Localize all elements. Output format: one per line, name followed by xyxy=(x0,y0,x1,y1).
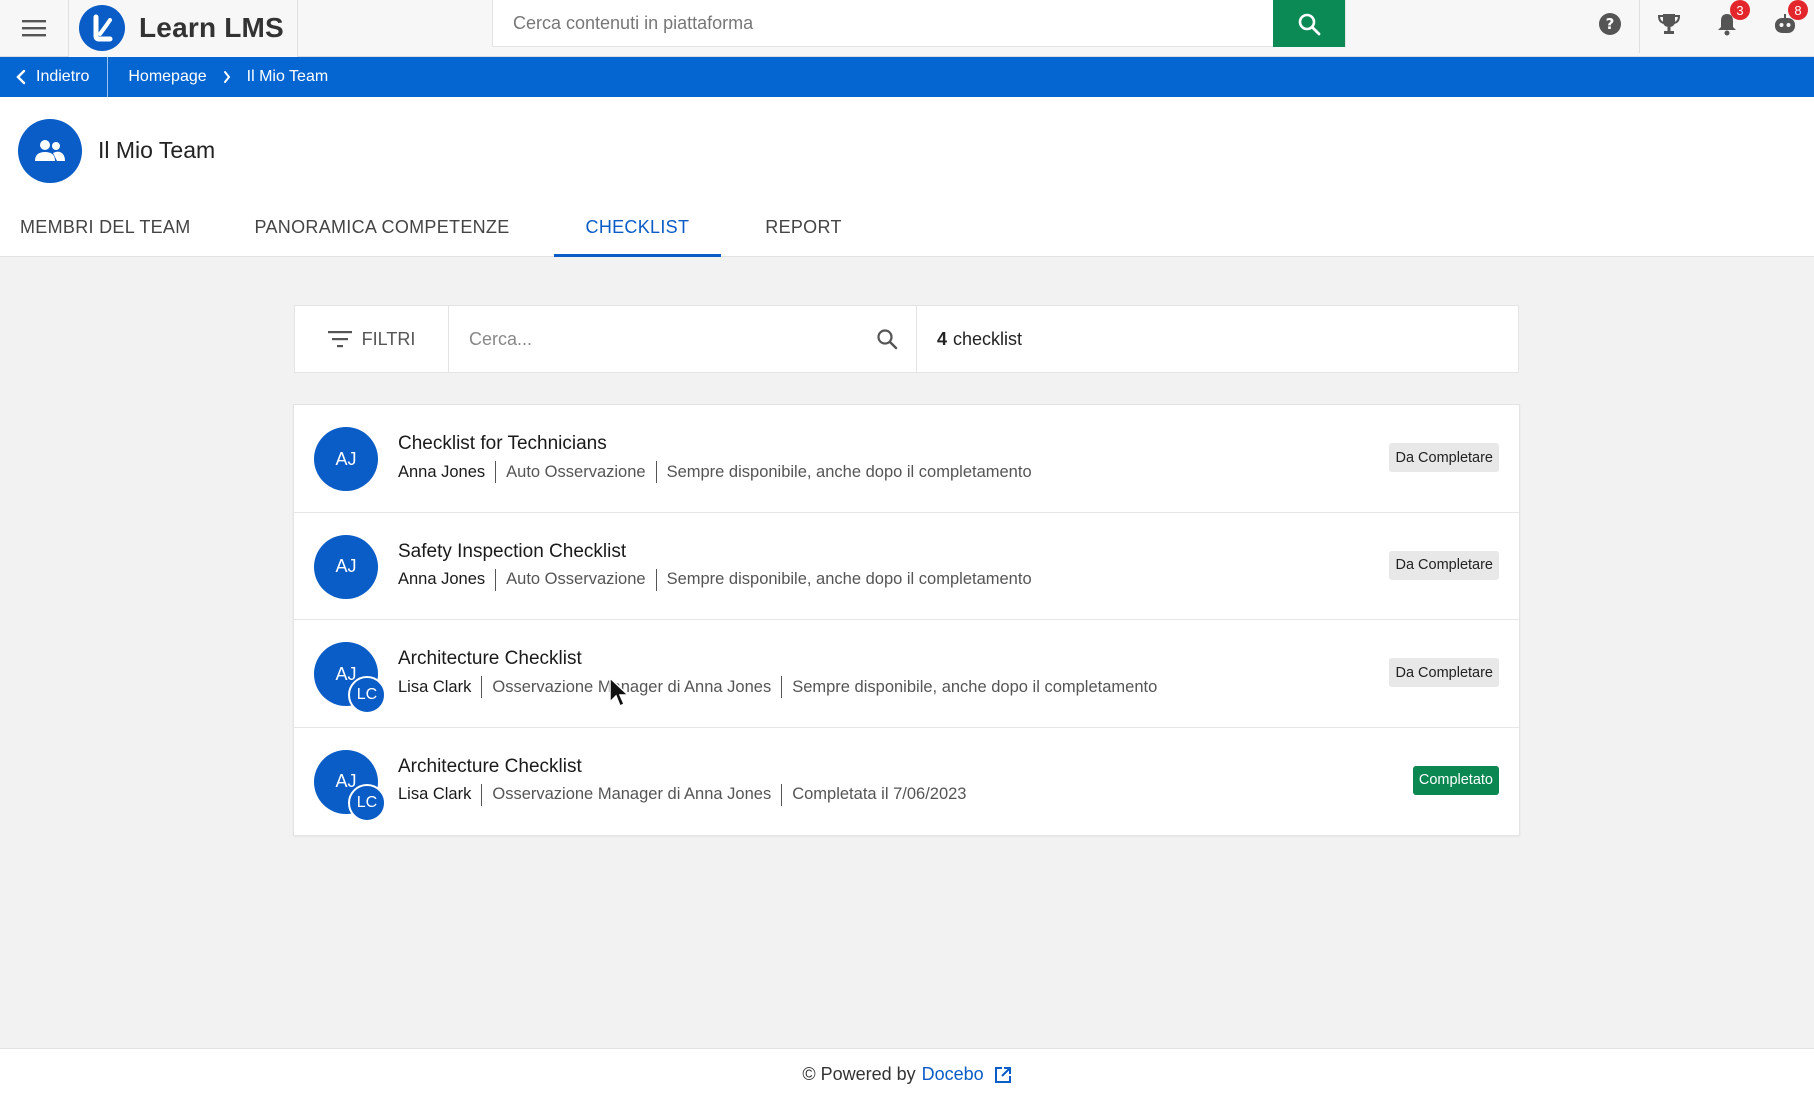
avatar: AJ xyxy=(314,427,378,491)
checklist-search xyxy=(449,306,917,372)
meta-divider xyxy=(495,568,497,591)
meta-divider xyxy=(781,783,783,806)
meta-divider xyxy=(481,676,483,698)
brand-logo xyxy=(79,5,125,51)
checklist-owner: Lisa Clark xyxy=(398,677,472,696)
tab-skills-overview[interactable]: PANORAMICA COMPETENZE xyxy=(235,209,530,257)
brand-name: Learn LMS xyxy=(139,12,284,43)
checklist-owner: Anna Jones xyxy=(398,570,486,588)
trophy-icon xyxy=(1657,14,1681,34)
external-link-icon[interactable] xyxy=(994,1066,1012,1084)
team-icon xyxy=(35,140,65,161)
status-badge: Da Completare xyxy=(1389,443,1499,472)
tab-checklist[interactable]: CHECKLIST xyxy=(553,209,722,257)
breadcrumb: Homepage Il Mio Team xyxy=(108,68,328,86)
search-icon xyxy=(1298,13,1321,35)
help-icon: ? xyxy=(1599,13,1621,35)
checklist-search-input[interactable] xyxy=(469,328,876,350)
footer-prefix: © Powered by xyxy=(802,1064,916,1084)
back-button[interactable]: Indietro xyxy=(0,57,109,97)
global-search-button[interactable] xyxy=(1273,0,1345,47)
tab-team-members[interactable]: MEMBRI DEL TEAM xyxy=(0,209,211,257)
page-header: Il Mio Team MEMBRI DEL TEAM PANORAMICA C… xyxy=(0,97,1814,257)
messages-button[interactable]: 8 xyxy=(1756,0,1814,48)
breadcrumb-bar: Indietro Homepage Il Mio Team xyxy=(0,57,1814,97)
chevron-left-icon xyxy=(16,69,26,85)
checklist-row[interactable]: AJ LC Architecture Checklist Lisa Clark … xyxy=(294,728,1519,836)
checklist-type: Osservazione Manager di Anna Jones xyxy=(492,677,772,696)
menu-button[interactable] xyxy=(0,0,68,57)
checklist-row[interactable]: AJ Checklist for Technicians Anna Jones … xyxy=(294,405,1519,513)
checklist-title[interactable]: Checklist for Technicians xyxy=(398,433,607,455)
checklist-owner: Anna Jones xyxy=(398,462,486,481)
meta-divider xyxy=(495,461,497,483)
breadcrumb-current: Il Mio Team xyxy=(246,68,329,85)
help-button[interactable]: ? xyxy=(1581,0,1639,48)
mouse-cursor xyxy=(609,676,630,714)
checklist-count-number: 4 xyxy=(937,328,948,349)
checklist-row[interactable]: AJ LC Architecture Checklist Lisa Clark … xyxy=(294,620,1519,728)
meta-divider xyxy=(655,461,657,483)
svg-text:?: ? xyxy=(1606,15,1615,33)
checklist-title[interactable]: Architecture Checklist xyxy=(398,756,582,778)
checklist-row[interactable]: AJ Safety Inspection Checklist Anna Jone… xyxy=(294,513,1519,620)
checklist-owner: Lisa Clark xyxy=(398,785,472,803)
checklist-toolbar: FILTRI 4 checklist xyxy=(294,305,1519,373)
global-search-input[interactable] xyxy=(493,0,1273,46)
team-avatar xyxy=(18,119,82,183)
checklist-meta: Lisa Clark Osservazione Manager di Anna … xyxy=(398,783,967,806)
status-badge: Da Completare xyxy=(1389,658,1499,687)
checklist-availability: Completata il 7/06/2023 xyxy=(792,785,967,803)
checklist-type: Osservazione Manager di Anna Jones xyxy=(492,785,772,803)
checklist-availability: Sempre disponibile, anche dopo il comple… xyxy=(666,570,1032,588)
footer: © Powered by Docebo xyxy=(0,1048,1814,1100)
header-actions: ? 3 8 xyxy=(1581,0,1814,53)
brand-home-link[interactable]: Learn LMS xyxy=(68,0,298,57)
chevron-right-icon xyxy=(223,70,231,84)
checklist-availability: Sempre disponibile, anche dopo il comple… xyxy=(666,462,1032,481)
checklist-count-label: checklist xyxy=(953,328,1023,349)
checklist-title[interactable]: Safety Inspection Checklist xyxy=(398,541,626,563)
checklist-meta: Anna Jones Auto Osservazione Sempre disp… xyxy=(398,461,1032,483)
status-badge: Completato xyxy=(1412,765,1499,795)
search-icon[interactable] xyxy=(876,328,898,350)
meta-divider xyxy=(781,676,783,698)
breadcrumb-homepage[interactable]: Homepage xyxy=(128,68,206,86)
checklist-meta: Anna Jones Auto Osservazione Sempre disp… xyxy=(398,568,1032,591)
checklist-count: 4 checklist xyxy=(917,306,1022,372)
checklist-title[interactable]: Architecture Checklist xyxy=(398,648,582,670)
checklist-availability: Sempre disponibile, anche dopo il comple… xyxy=(792,677,1158,696)
notifications-badge: 3 xyxy=(1730,0,1750,20)
checklist-meta: Lisa Clark Osservazione Manager di Anna … xyxy=(398,676,1157,698)
observer-avatar: LC xyxy=(348,783,386,822)
meta-divider xyxy=(655,568,657,591)
messages-badge: 8 xyxy=(1788,0,1808,20)
footer-brand-link[interactable]: Docebo xyxy=(922,1064,984,1085)
hamburger-icon xyxy=(22,20,46,37)
tab-bar: MEMBRI DEL TEAM PANORAMICA COMPETENZE CH… xyxy=(0,209,886,257)
back-label: Indietro xyxy=(36,68,90,85)
observer-avatar: LC xyxy=(348,676,386,714)
checklist-list: AJ Checklist for Technicians Anna Jones … xyxy=(293,404,1520,836)
avatar: AJ xyxy=(314,534,378,599)
global-search xyxy=(492,0,1346,47)
filters-label: FILTRI xyxy=(361,328,416,349)
notifications-button[interactable]: 3 xyxy=(1698,0,1756,48)
checklist-type: Auto Osservazione xyxy=(506,570,646,588)
achievements-button[interactable] xyxy=(1640,0,1698,48)
checklist-type: Auto Osservazione xyxy=(506,462,646,481)
meta-divider xyxy=(481,783,483,806)
filters-button[interactable]: FILTRI xyxy=(295,306,449,372)
filter-icon xyxy=(327,331,352,348)
top-header: Learn LMS ? 3 8 xyxy=(0,0,1814,57)
page-title: Il Mio Team xyxy=(98,137,216,163)
tab-report[interactable]: REPORT xyxy=(745,209,861,257)
status-badge: Da Completare xyxy=(1389,550,1499,580)
